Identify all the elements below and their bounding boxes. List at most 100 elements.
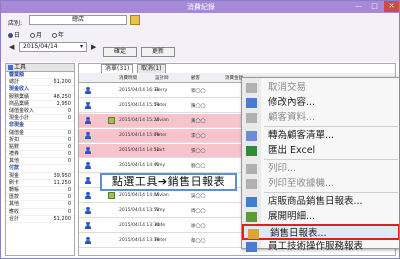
summary-list: 營業額 總計 51,200 現金收入 服務業績 48,250 商品業績 2,950 儲值金收入 0… xyxy=(6,72,74,223)
refresh-button[interactable]: 更新 xyxy=(141,47,175,57)
summary-label: 服務業績 xyxy=(9,93,30,100)
summary-row: 合計 51,200 xyxy=(6,216,74,223)
period-radio-group: 日 月 年 xyxy=(8,30,72,39)
tool-icon xyxy=(8,65,13,70)
tab-cancelled[interactable]: 取消(1) xyxy=(137,64,166,73)
customer-icon xyxy=(85,237,91,244)
date-dropdown-icon[interactable]: ▾ xyxy=(80,43,83,51)
summary-value: 0 xyxy=(67,194,71,201)
row-customer: 蔡◯◯ xyxy=(191,239,206,244)
customer-icon xyxy=(85,177,91,184)
menu-item-list[interactable]: 轉為顧客清單... xyxy=(242,128,399,144)
menu-item-expand[interactable]: 展開明細... xyxy=(242,209,399,225)
confirm-button[interactable]: 確定 xyxy=(103,47,137,57)
column-header-designer: 設計師 xyxy=(155,76,169,81)
summary-label: 其他 xyxy=(9,158,20,165)
radio-day[interactable]: 日 xyxy=(8,30,20,39)
menu-item-sales-report[interactable]: 銷售日報表... xyxy=(242,224,399,240)
summary-row: 應收 0 xyxy=(6,209,74,216)
radio-month[interactable]: 月 xyxy=(29,30,42,39)
summary-row: 折扣 0 xyxy=(6,137,74,144)
instruction-callout: 點選工具➔銷售日報表 xyxy=(100,173,237,191)
customer-icon xyxy=(85,207,91,214)
row-time: 2015/04/14 13:18 xyxy=(119,238,160,243)
row-designer: Hart xyxy=(155,148,165,153)
date-picker[interactable]: 2015/04/14 ▾ xyxy=(19,42,87,52)
context-menu: 取消交易 修改內容... 顧客資料... 轉為顧客清單... 匯出 Excel 列印...… xyxy=(241,77,399,252)
store-input[interactable]: 總店 xyxy=(29,15,127,25)
summary-label: 營業額 xyxy=(9,72,25,78)
menu-item-excel[interactable]: 匯出 Excel xyxy=(242,143,399,159)
summary-value: 0 xyxy=(67,115,71,122)
tool-button[interactable]: 工具 xyxy=(6,64,74,72)
maximize-button[interactable]: □ xyxy=(367,1,382,12)
prev-date-icon[interactable]: ◀ xyxy=(9,43,14,51)
summary-label: 儲值金收入 xyxy=(9,107,35,114)
summary-label: 儲值金 xyxy=(9,129,25,136)
summary-row: 儲值金 0 xyxy=(6,130,74,137)
minimize-button[interactable]: — xyxy=(351,1,366,12)
summary-label: 現金小計 xyxy=(9,115,30,122)
gift-icon xyxy=(108,117,115,124)
menu-item-label: 列印... xyxy=(268,163,297,174)
row-designer: Amy xyxy=(155,163,166,168)
print-icon xyxy=(246,164,257,174)
menu-item-customer[interactable]: 顧客資料... xyxy=(242,110,399,126)
menu-item-label: 店販商品銷售日報表... xyxy=(268,196,363,207)
summary-value: 51,200 xyxy=(53,215,72,222)
close-button[interactable]: ✕ xyxy=(384,1,399,12)
row-customer: 郭◯◯ xyxy=(191,89,206,94)
menu-item-label: 匯出 Excel xyxy=(268,145,316,156)
row-customer: 劉◯◯ xyxy=(191,164,206,169)
menu-separator xyxy=(264,192,398,193)
summary-label: 總計 xyxy=(9,79,20,86)
summary-value: 0 xyxy=(67,187,71,193)
summary-panel: 工具 營業額 總計 51,200 現金收入 服務業績 48,250 商品業績 2,950 儲值金… xyxy=(5,63,75,256)
menu-item-edit[interactable]: 修改內容... xyxy=(242,95,399,111)
store-picker-icon[interactable] xyxy=(130,15,140,25)
column-header-customer: 顧客 xyxy=(191,76,200,81)
radio-year[interactable]: 年 xyxy=(51,30,64,39)
row-customer: 黃◯◯ xyxy=(191,119,206,124)
tab-sales[interactable]: 消單(31) xyxy=(101,64,134,73)
row-designer: Peter xyxy=(155,238,167,243)
row-designer: Berry xyxy=(155,88,168,93)
menu-item-print[interactable]: 列印... xyxy=(242,161,399,177)
row-designer: Vivian xyxy=(155,193,169,198)
summary-row: 點數 0 xyxy=(6,143,74,152)
summary-label: 非現金 xyxy=(9,122,25,129)
row-designer: Peter xyxy=(155,133,167,138)
customer-icon xyxy=(85,117,91,124)
summary-label: 商品業績 xyxy=(9,100,30,107)
summary-value: 0 xyxy=(67,129,71,136)
menu-item-receipt[interactable]: 列印至收據機... xyxy=(242,176,399,192)
summary-label: 點數 xyxy=(9,143,20,150)
row-time: 2015/04/14 14:40 xyxy=(119,163,160,168)
menu-item-cancel[interactable]: 取消交易 xyxy=(242,80,399,96)
summary-value: 39,950 xyxy=(53,172,72,179)
row-time: 2015/04/14 16:31 xyxy=(119,88,160,93)
radio-month-label: 月 xyxy=(35,32,42,39)
avatar-body xyxy=(85,135,91,139)
summary-row: 現金 39,950 xyxy=(6,173,74,180)
row-time: 2015/04/14 14:06 xyxy=(119,193,160,198)
menu-item-label: 列印至收據機... xyxy=(268,178,335,189)
summary-label: 折扣 xyxy=(9,136,20,143)
menu-item-staff-report[interactable]: 員工技術操作服務報表 xyxy=(242,239,399,255)
window-title: 消費紀錄 xyxy=(187,3,215,11)
menu-item-report[interactable]: 店販商品銷售日報表... xyxy=(242,194,399,210)
cancel-icon xyxy=(246,83,257,93)
customer-icon xyxy=(85,222,91,229)
summary-label: 其他 xyxy=(9,201,20,208)
avatar-body xyxy=(85,225,91,229)
excel-icon xyxy=(246,146,257,156)
summary-value: 0 xyxy=(67,107,71,114)
avatar-body xyxy=(85,105,91,109)
menu-separator xyxy=(264,159,398,160)
next-date-icon[interactable]: ▶ xyxy=(91,43,96,51)
row-customer: 陳◯◯ xyxy=(191,104,206,109)
row-designer: Kate xyxy=(155,223,166,228)
row-time: 2015/04/14 15:50 xyxy=(119,103,160,108)
customer-icon xyxy=(85,132,91,139)
summary-value: 0 xyxy=(67,136,71,143)
